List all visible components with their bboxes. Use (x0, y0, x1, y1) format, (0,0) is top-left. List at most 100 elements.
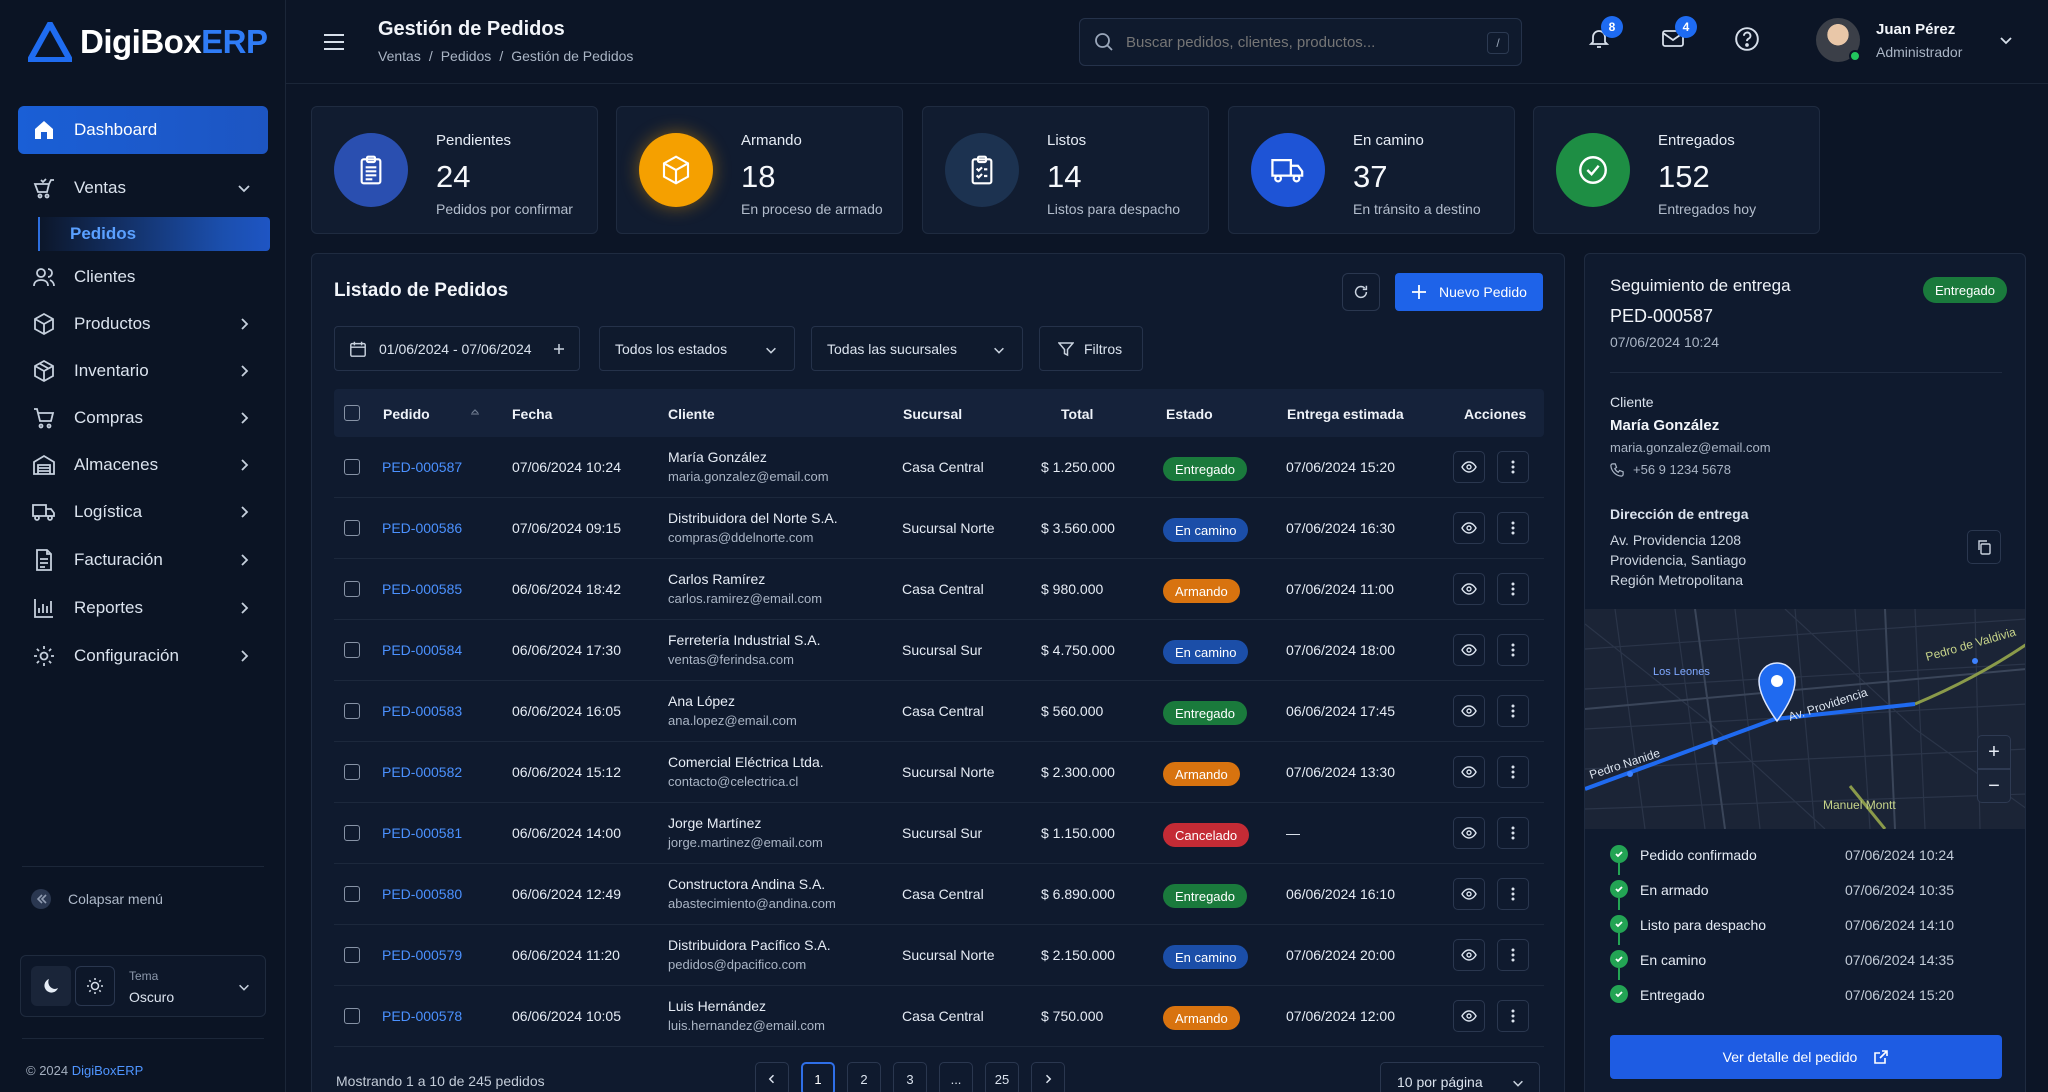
column-header-sucursal[interactable]: Sucursal (903, 406, 962, 422)
more-actions-button[interactable] (1497, 695, 1529, 727)
sidebar-item-dashboard[interactable]: Dashboard (18, 106, 268, 154)
table-row[interactable]: PED-000580 06/06/2024 12:49 Constructora A… (334, 864, 1544, 925)
order-id-link[interactable]: PED-000581 (382, 825, 462, 841)
view-button[interactable] (1453, 451, 1485, 483)
breadcrumb-item-pedidos[interactable]: Pedidos (441, 48, 492, 64)
column-header-pedido[interactable]: Pedido (383, 406, 430, 422)
collapse-menu-button[interactable]: Colapsar menú (30, 888, 163, 910)
sidebar-item-compras[interactable]: Compras (18, 394, 268, 442)
light-mode-button[interactable] (75, 966, 115, 1006)
search-box[interactable]: / (1079, 18, 1522, 66)
brand-logo[interactable]: DigiBoxERP (28, 22, 268, 62)
sidebar-item-facturacion[interactable]: Facturación (18, 536, 268, 584)
view-button[interactable] (1453, 512, 1485, 544)
more-actions-button[interactable] (1497, 573, 1529, 605)
row-checkbox[interactable] (344, 581, 360, 597)
row-checkbox[interactable] (344, 947, 360, 963)
sidebar-item-ventas[interactable]: Ventas (18, 164, 268, 212)
theme-selector[interactable]: Tema Oscuro (20, 955, 266, 1017)
sidebar-item-configuracion[interactable]: Configuración (18, 632, 268, 680)
view-button[interactable] (1453, 817, 1485, 849)
order-id-link[interactable]: PED-000582 (382, 764, 462, 780)
order-id-link[interactable]: PED-000578 (382, 1008, 462, 1024)
status-filter[interactable]: Todos los estados (599, 326, 795, 371)
per-page-select[interactable]: 10 por página (1380, 1062, 1540, 1092)
page-button-25[interactable]: 25 (985, 1062, 1019, 1092)
table-row[interactable]: PED-000578 06/06/2024 10:05 Luis Hernández… (334, 986, 1544, 1047)
row-checkbox[interactable] (344, 703, 360, 719)
more-actions-button[interactable] (1497, 634, 1529, 666)
page-button-1[interactable]: 1 (801, 1062, 835, 1092)
search-input[interactable] (1126, 33, 1466, 51)
delivery-map[interactable]: Los Leones Av. Providencia Pedro de Vald… (1585, 609, 2025, 829)
order-id-link[interactable]: PED-000587 (382, 459, 462, 475)
view-button[interactable] (1453, 939, 1485, 971)
zoom-out-button[interactable]: − (1977, 769, 2011, 803)
sidebar-item-logistica[interactable]: Logística (18, 488, 268, 536)
table-row[interactable]: PED-000579 06/06/2024 11:20 Distribuidora … (334, 925, 1544, 986)
order-id-link[interactable]: PED-000585 (382, 581, 462, 597)
page-button-2[interactable]: 2 (847, 1062, 881, 1092)
more-actions-button[interactable] (1497, 939, 1529, 971)
next-page-button[interactable] (1031, 1062, 1065, 1092)
sidebar-item-almacenes[interactable]: Almacenes (18, 441, 268, 489)
more-actions-button[interactable] (1497, 878, 1529, 910)
row-checkbox[interactable] (344, 825, 360, 841)
help-button[interactable] (1734, 26, 1760, 52)
view-button[interactable] (1453, 695, 1485, 727)
view-button[interactable] (1453, 756, 1485, 788)
table-row[interactable]: PED-000581 06/06/2024 14:00 Jorge Martínez… (334, 803, 1544, 864)
copy-address-button[interactable] (1967, 530, 2001, 564)
row-checkbox[interactable] (344, 1008, 360, 1024)
notifications-button[interactable]: 8 (1587, 16, 1623, 50)
client-phone[interactable]: +56 9 1234 5678 (1633, 462, 1731, 477)
table-row[interactable]: PED-000587 07/06/2024 10:24 María González… (334, 437, 1544, 498)
more-actions-button[interactable] (1497, 1000, 1529, 1032)
sidebar-item-clientes[interactable]: Clientes (18, 253, 268, 301)
column-header-cliente[interactable]: Cliente (668, 406, 715, 422)
order-id-link[interactable]: PED-000586 (382, 520, 462, 536)
table-row[interactable]: PED-000586 07/06/2024 09:15 Distribuidora … (334, 498, 1544, 559)
more-actions-button[interactable] (1497, 512, 1529, 544)
order-id-link[interactable]: PED-000583 (382, 703, 462, 719)
view-order-detail-button[interactable]: Ver detalle del pedido (1610, 1035, 2002, 1079)
more-actions-button[interactable] (1497, 756, 1529, 788)
view-button[interactable] (1453, 573, 1485, 605)
date-range-filter[interactable]: 01/06/2024 - 07/06/2024 (334, 326, 580, 371)
dark-mode-button[interactable] (31, 966, 71, 1006)
column-header-fecha[interactable]: Fecha (512, 406, 552, 422)
table-row[interactable]: PED-000583 06/06/2024 16:05 Ana López ana.l… (334, 681, 1544, 742)
kpi-card-pendientes[interactable]: Pendientes 24 Pedidos por confirmar (311, 106, 598, 234)
kpi-card-listos[interactable]: Listos 14 Listos para despacho (922, 106, 1209, 234)
sidebar-item-reportes[interactable]: Reportes (18, 584, 268, 632)
kpi-card-armando[interactable]: Armando 18 En proceso de armado (616, 106, 903, 234)
page-button-3[interactable]: 3 (893, 1062, 927, 1092)
client-email[interactable]: maria.gonzalez@email.com (1610, 440, 1771, 455)
filters-button[interactable]: Filtros (1039, 326, 1143, 371)
view-button[interactable] (1453, 1000, 1485, 1032)
new-order-button[interactable]: Nuevo Pedido (1395, 273, 1543, 311)
row-checkbox[interactable] (344, 642, 360, 658)
refresh-button[interactable] (1342, 273, 1380, 311)
kpi-card-en-camino[interactable]: En camino 37 En tránsito a destino (1228, 106, 1515, 234)
row-checkbox[interactable] (344, 764, 360, 780)
sidebar-subitem-pedidos[interactable]: Pedidos (38, 217, 270, 251)
sidebar-item-productos[interactable]: Productos (18, 300, 268, 348)
order-id-link[interactable]: PED-000584 (382, 642, 462, 658)
order-id-link[interactable]: PED-000580 (382, 886, 462, 902)
column-header-estado[interactable]: Estado (1166, 406, 1213, 422)
breadcrumb-item-ventas[interactable]: Ventas (378, 48, 421, 64)
sidebar-item-inventario[interactable]: Inventario (18, 347, 268, 395)
column-header-entrega[interactable]: Entrega estimada (1287, 406, 1404, 422)
table-row[interactable]: PED-000582 06/06/2024 15:12 Comercial Eléc… (334, 742, 1544, 803)
more-actions-button[interactable] (1497, 451, 1529, 483)
row-checkbox[interactable] (344, 886, 360, 902)
view-button[interactable] (1453, 634, 1485, 666)
select-all-checkbox[interactable] (344, 405, 360, 421)
column-header-total[interactable]: Total (1061, 406, 1093, 422)
table-row[interactable]: PED-000585 06/06/2024 18:42 Carlos Ramírez… (334, 559, 1544, 620)
prev-page-button[interactable] (755, 1062, 789, 1092)
more-actions-button[interactable] (1497, 817, 1529, 849)
table-row[interactable]: PED-000584 06/06/2024 17:30 Ferretería Ind… (334, 620, 1544, 681)
row-checkbox[interactable] (344, 520, 360, 536)
